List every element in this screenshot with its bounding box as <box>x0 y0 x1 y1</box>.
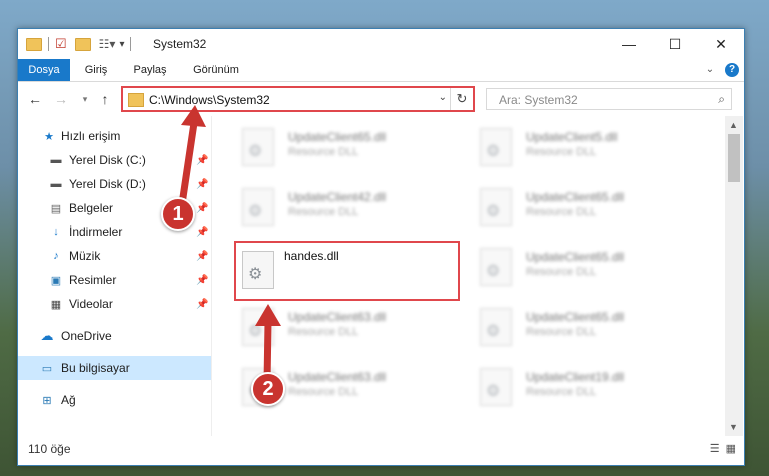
annotation-arrows <box>178 105 281 386</box>
annotation-badge-2: 2 <box>251 372 285 406</box>
annotation-badge-1: 1 <box>161 197 195 231</box>
arrow-1 <box>178 105 206 208</box>
arrow-2 <box>255 304 281 386</box>
